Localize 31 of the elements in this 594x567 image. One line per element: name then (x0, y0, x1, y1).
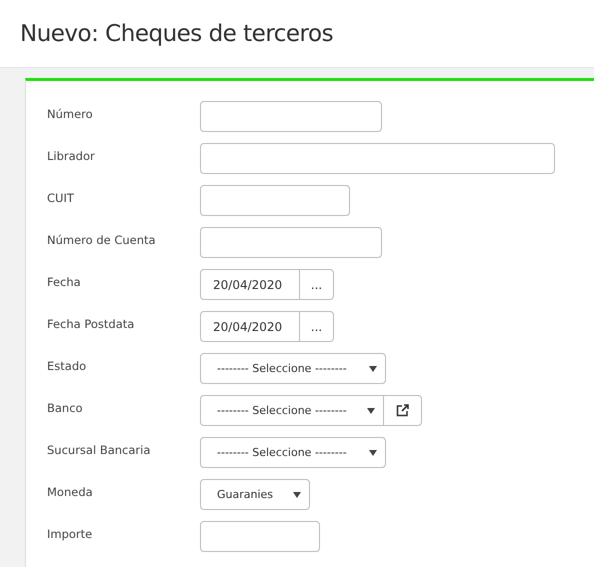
input-field[interactable] (200, 521, 320, 552)
field-label: Banco (47, 400, 84, 415)
field-label: Librador (47, 148, 96, 163)
page-title: Nuevo: Cheques de terceros (20, 20, 334, 46)
caret-icon (367, 408, 375, 414)
external-link-icon (396, 404, 409, 417)
caret-icon (293, 492, 301, 498)
field-label: Número de Cuenta (47, 232, 157, 247)
select-field[interactable]: -------- Seleccione -------- (200, 437, 386, 468)
field-label: Fecha Postdata (47, 316, 136, 331)
date-field[interactable]: 20/04/2020 (200, 311, 300, 342)
input-field[interactable] (200, 101, 382, 132)
input-field[interactable] (200, 185, 350, 216)
field-label: Estado (47, 358, 88, 373)
field-label: Importe (47, 526, 94, 541)
date-field[interactable]: 20/04/2020 (200, 269, 300, 300)
field-label: Moneda (47, 484, 94, 499)
date-picker-button[interactable]: ... (300, 311, 334, 342)
select-field[interactable]: -------- Seleccione -------- (200, 353, 386, 384)
open-link-button[interactable] (384, 395, 422, 426)
date-picker-button[interactable]: ... (300, 269, 334, 300)
caret-icon (369, 366, 377, 372)
field-label: Número (47, 106, 94, 121)
select-field[interactable]: -------- Seleccione -------- (200, 395, 384, 426)
field-label: Sucursal Bancaria (47, 442, 152, 457)
select-field[interactable]: Guaranies (200, 479, 310, 510)
field-label: CUIT (47, 190, 75, 205)
input-field[interactable] (200, 227, 382, 258)
field-label: Fecha (47, 274, 82, 289)
input-field[interactable] (200, 143, 555, 174)
caret-icon (369, 450, 377, 456)
